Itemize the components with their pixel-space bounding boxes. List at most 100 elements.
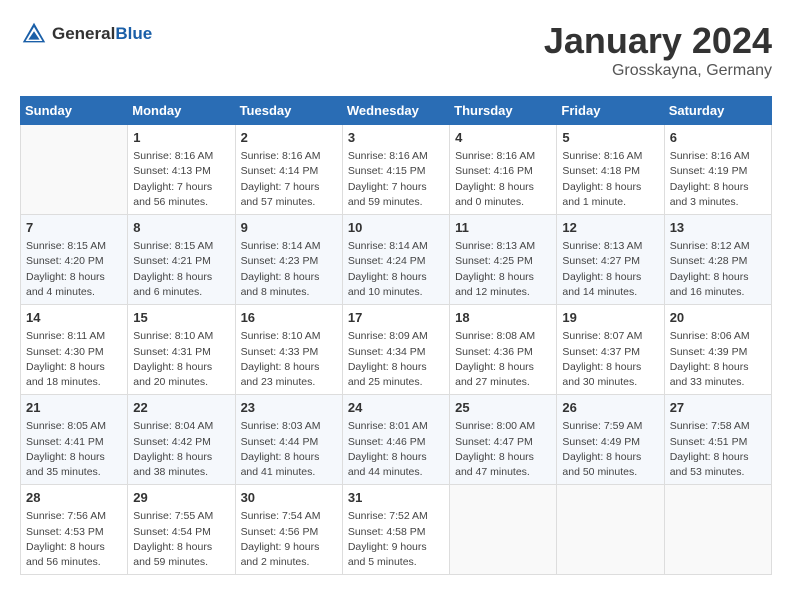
day-info: Sunrise: 8:15 AM Sunset: 4:20 PM Dayligh… <box>26 239 122 300</box>
day-info: Sunrise: 8:16 AM Sunset: 4:15 PM Dayligh… <box>348 149 444 210</box>
calendar-cell: 27Sunrise: 7:58 AM Sunset: 4:51 PM Dayli… <box>664 395 771 485</box>
day-number: 21 <box>26 399 122 417</box>
day-info: Sunrise: 8:07 AM Sunset: 4:37 PM Dayligh… <box>562 329 658 390</box>
calendar-cell: 21Sunrise: 8:05 AM Sunset: 4:41 PM Dayli… <box>21 395 128 485</box>
calendar-cell: 25Sunrise: 8:00 AM Sunset: 4:47 PM Dayli… <box>450 395 557 485</box>
calendar-cell: 20 Sunrise: 8:06 AM Sunset: 4:39 PM Dayli… <box>664 305 771 395</box>
day-number: 26 <box>562 399 658 417</box>
day-number: 12 <box>562 219 658 237</box>
day-number: 1 <box>133 129 229 147</box>
day-number: 22 <box>133 399 229 417</box>
day-number: 5 <box>562 129 658 147</box>
day-info: Sunrise: 7:58 AM Sunset: 4:51 PM Dayligh… <box>670 419 766 480</box>
calendar-cell: 17 Sunrise: 8:09 AM Sunset: 4:34 PM Dayli… <box>342 305 449 395</box>
calendar-week-row: 28 Sunrise: 7:56 AM Sunset: 4:53 PM Dayli… <box>21 485 772 575</box>
day-info: Sunrise: 8:16 AM Sunset: 4:13 PM Dayligh… <box>133 149 229 210</box>
calendar-cell: 13 Sunrise: 8:12 AM Sunset: 4:28 PM Dayli… <box>664 215 771 305</box>
day-info: Sunrise: 8:10 AM Sunset: 4:33 PM Dayligh… <box>241 329 337 390</box>
day-info: Sunrise: 7:56 AM Sunset: 4:53 PM Dayligh… <box>26 509 122 570</box>
day-number: 30 <box>241 489 337 507</box>
calendar-cell <box>450 485 557 575</box>
month-title: January 2024 <box>544 20 772 62</box>
calendar-cell: 18Sunrise: 8:08 AM Sunset: 4:36 PM Dayli… <box>450 305 557 395</box>
calendar-cell: 19 Sunrise: 8:07 AM Sunset: 4:37 PM Dayli… <box>557 305 664 395</box>
calendar-cell: 31Sunrise: 7:52 AM Sunset: 4:58 PM Dayli… <box>342 485 449 575</box>
day-number: 11 <box>455 219 551 237</box>
calendar-cell: 7 Sunrise: 8:15 AM Sunset: 4:20 PM Daylig… <box>21 215 128 305</box>
calendar-cell: 11 Sunrise: 8:13 AM Sunset: 4:25 PM Dayli… <box>450 215 557 305</box>
title-block: January 2024 Grosskayna, Germany <box>544 20 772 80</box>
logo-icon <box>20 20 48 48</box>
calendar-cell: 10 Sunrise: 8:14 AM Sunset: 4:24 PM Dayli… <box>342 215 449 305</box>
calendar-cell <box>557 485 664 575</box>
day-number: 2 <box>241 129 337 147</box>
day-number: 23 <box>241 399 337 417</box>
weekday-header-wednesday: Wednesday <box>342 97 449 125</box>
calendar-cell: 2Sunrise: 8:16 AM Sunset: 4:14 PM Daylig… <box>235 125 342 215</box>
day-number: 9 <box>241 219 337 237</box>
day-info: Sunrise: 8:11 AM Sunset: 4:30 PM Dayligh… <box>26 329 122 390</box>
calendar-cell: 6Sunrise: 8:16 AM Sunset: 4:19 PM Daylig… <box>664 125 771 215</box>
day-info: Sunrise: 7:52 AM Sunset: 4:58 PM Dayligh… <box>348 509 444 570</box>
calendar-cell: 28 Sunrise: 7:56 AM Sunset: 4:53 PM Dayli… <box>21 485 128 575</box>
day-info: Sunrise: 8:14 AM Sunset: 4:24 PM Dayligh… <box>348 239 444 300</box>
calendar-week-row: 21Sunrise: 8:05 AM Sunset: 4:41 PM Dayli… <box>21 395 772 485</box>
calendar-cell: 3 Sunrise: 8:16 AM Sunset: 4:15 PM Daylig… <box>342 125 449 215</box>
calendar-cell: 8Sunrise: 8:15 AM Sunset: 4:21 PM Daylig… <box>128 215 235 305</box>
calendar-cell: 1 Sunrise: 8:16 AM Sunset: 4:13 PM Daylig… <box>128 125 235 215</box>
calendar-cell: 16 Sunrise: 8:10 AM Sunset: 4:33 PM Dayli… <box>235 305 342 395</box>
day-info: Sunrise: 8:12 AM Sunset: 4:28 PM Dayligh… <box>670 239 766 300</box>
calendar-table: SundayMondayTuesdayWednesdayThursdayFrid… <box>20 96 772 575</box>
calendar-cell: 9 Sunrise: 8:14 AM Sunset: 4:23 PM Daylig… <box>235 215 342 305</box>
location-title: Grosskayna, Germany <box>544 62 772 80</box>
day-number: 7 <box>26 219 122 237</box>
calendar-cell: 30 Sunrise: 7:54 AM Sunset: 4:56 PM Dayli… <box>235 485 342 575</box>
day-number: 4 <box>455 129 551 147</box>
day-number: 3 <box>348 129 444 147</box>
day-info: Sunrise: 8:04 AM Sunset: 4:42 PM Dayligh… <box>133 419 229 480</box>
day-info: Sunrise: 8:16 AM Sunset: 4:16 PM Dayligh… <box>455 149 551 210</box>
calendar-cell: 12 Sunrise: 8:13 AM Sunset: 4:27 PM Dayli… <box>557 215 664 305</box>
day-number: 14 <box>26 309 122 327</box>
day-number: 25 <box>455 399 551 417</box>
day-number: 6 <box>670 129 766 147</box>
day-number: 24 <box>348 399 444 417</box>
day-number: 20 <box>670 309 766 327</box>
calendar-cell: 5Sunrise: 8:16 AM Sunset: 4:18 PM Daylig… <box>557 125 664 215</box>
calendar-cell: 23 Sunrise: 8:03 AM Sunset: 4:44 PM Dayli… <box>235 395 342 485</box>
day-number: 19 <box>562 309 658 327</box>
day-number: 10 <box>348 219 444 237</box>
day-number: 16 <box>241 309 337 327</box>
day-info: Sunrise: 8:06 AM Sunset: 4:39 PM Dayligh… <box>670 329 766 390</box>
day-number: 28 <box>26 489 122 507</box>
calendar-cell <box>664 485 771 575</box>
day-info: Sunrise: 8:10 AM Sunset: 4:31 PM Dayligh… <box>133 329 229 390</box>
weekday-header-monday: Monday <box>128 97 235 125</box>
calendar-week-row: 1 Sunrise: 8:16 AM Sunset: 4:13 PM Daylig… <box>21 125 772 215</box>
day-number: 13 <box>670 219 766 237</box>
day-info: Sunrise: 7:54 AM Sunset: 4:56 PM Dayligh… <box>241 509 337 570</box>
day-info: Sunrise: 8:03 AM Sunset: 4:44 PM Dayligh… <box>241 419 337 480</box>
weekday-header-saturday: Saturday <box>664 97 771 125</box>
weekday-header-thursday: Thursday <box>450 97 557 125</box>
page-header: GeneralBlue January 2024 Grosskayna, Ger… <box>20 20 772 80</box>
weekday-header-sunday: Sunday <box>21 97 128 125</box>
day-info: Sunrise: 7:55 AM Sunset: 4:54 PM Dayligh… <box>133 509 229 570</box>
day-number: 17 <box>348 309 444 327</box>
day-info: Sunrise: 8:13 AM Sunset: 4:25 PM Dayligh… <box>455 239 551 300</box>
calendar-cell: 22 Sunrise: 8:04 AM Sunset: 4:42 PM Dayli… <box>128 395 235 485</box>
calendar-cell: 29Sunrise: 7:55 AM Sunset: 4:54 PM Dayli… <box>128 485 235 575</box>
day-info: Sunrise: 8:14 AM Sunset: 4:23 PM Dayligh… <box>241 239 337 300</box>
calendar-cell: 14 Sunrise: 8:11 AM Sunset: 4:30 PM Dayli… <box>21 305 128 395</box>
calendar-cell <box>21 125 128 215</box>
day-info: Sunrise: 8:09 AM Sunset: 4:34 PM Dayligh… <box>348 329 444 390</box>
day-info: Sunrise: 8:01 AM Sunset: 4:46 PM Dayligh… <box>348 419 444 480</box>
day-info: Sunrise: 8:13 AM Sunset: 4:27 PM Dayligh… <box>562 239 658 300</box>
calendar-cell: 4 Sunrise: 8:16 AM Sunset: 4:16 PM Daylig… <box>450 125 557 215</box>
day-info: Sunrise: 8:15 AM Sunset: 4:21 PM Dayligh… <box>133 239 229 300</box>
day-info: Sunrise: 8:08 AM Sunset: 4:36 PM Dayligh… <box>455 329 551 390</box>
calendar-week-row: 14 Sunrise: 8:11 AM Sunset: 4:30 PM Dayli… <box>21 305 772 395</box>
logo-blue: Blue <box>115 24 152 43</box>
calendar-cell: 24 Sunrise: 8:01 AM Sunset: 4:46 PM Dayli… <box>342 395 449 485</box>
weekday-header-friday: Friday <box>557 97 664 125</box>
